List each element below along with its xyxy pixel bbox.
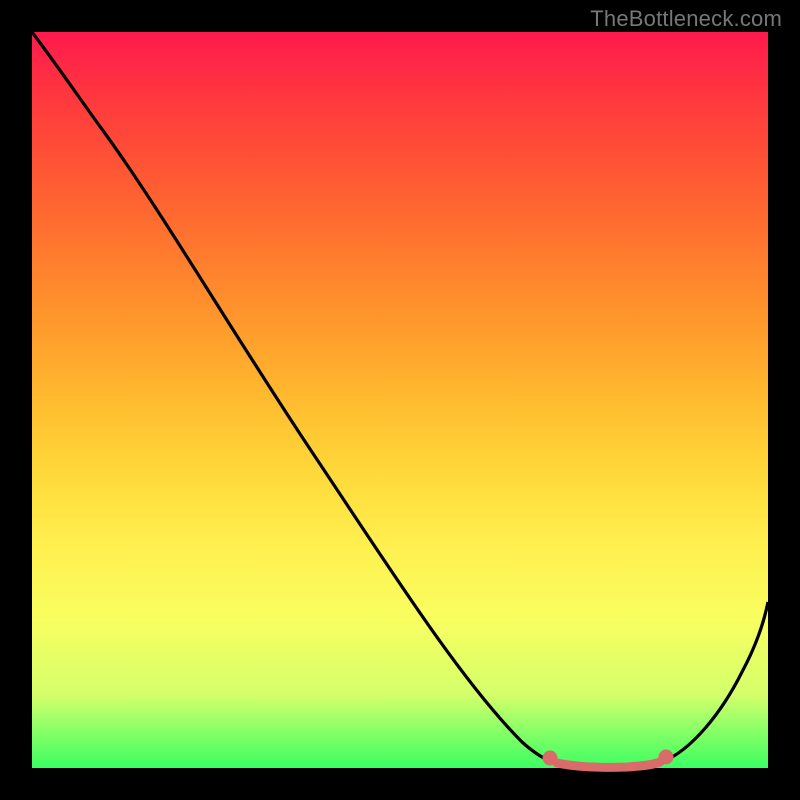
valley-marker-right xyxy=(659,750,674,765)
curve-svg xyxy=(32,32,768,768)
chart-frame: TheBottleneck.com xyxy=(0,0,800,800)
watermark-text: TheBottleneck.com xyxy=(590,6,782,32)
valley-marker-left xyxy=(543,751,558,766)
plot-area xyxy=(32,32,768,768)
valley-highlight xyxy=(557,762,660,767)
bottleneck-curve-path xyxy=(32,32,768,767)
